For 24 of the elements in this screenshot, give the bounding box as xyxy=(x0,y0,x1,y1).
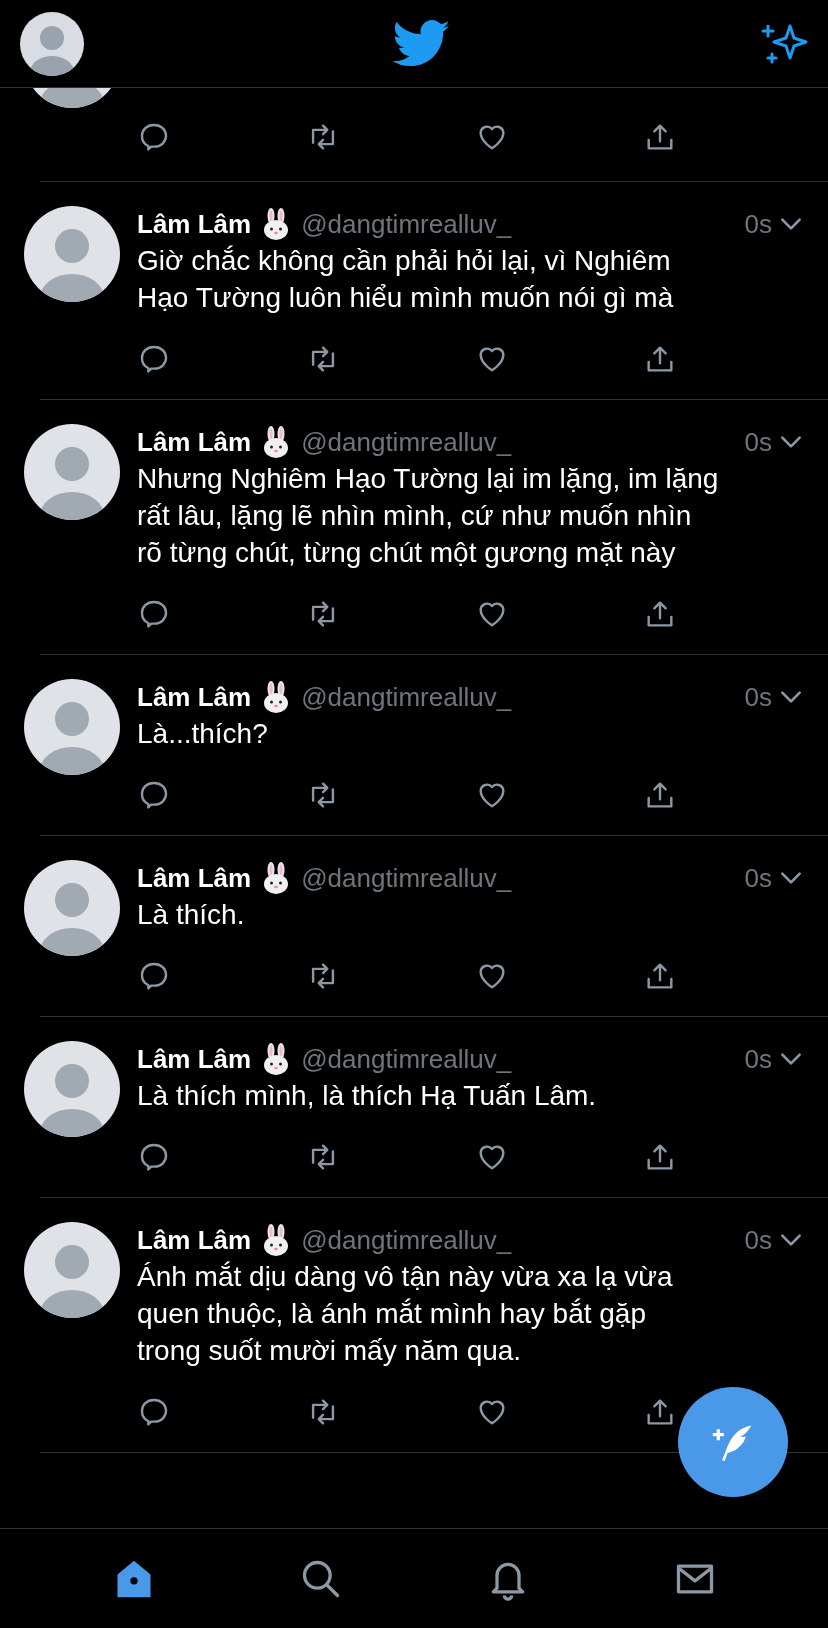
tweet-text: Là thích. xyxy=(137,898,246,932)
tweet-text: Giờ chắc không cần phải hỏi lại, vì Nghiêm Hạo Tường luôn hiểu mình muốn nói gì mà xyxy=(137,244,675,315)
author-handle: @dangtimrealluv_ xyxy=(301,1042,512,1076)
author-name: Lâm Lâm xyxy=(137,425,252,459)
tweet-time: 0s xyxy=(744,680,772,714)
tweet-text: Là...thích? xyxy=(137,717,269,751)
author-name: Lâm Lâm xyxy=(137,861,252,895)
tweet-text: Là thích mình, là thích Hạ Tuấn Lâm. xyxy=(137,1079,598,1113)
tweet-time: 0s xyxy=(744,1042,772,1076)
author-name: Lâm Lâm xyxy=(137,680,252,714)
author-handle: @dangtimrealluv_ xyxy=(301,207,512,241)
tweet-text: Nhưng Nghiêm Hạo Tường lại im lặng, im lặng rất lâu, lặng lẽ nhìn mình, cứ như muốn nhìn rõ từng chút, từng chút một gương mặt này xyxy=(137,462,720,570)
author-name: Lâm Lâm xyxy=(137,1223,252,1257)
author-name: Lâm Lâm xyxy=(137,207,252,241)
tweet-text: Ánh mắt dịu dàng vô tận này vừa xa lạ vừa quen thuộc, là ánh mắt mình hay bắt gặp trong suốt mười mấy năm qua. xyxy=(137,1260,674,1368)
tweet-time: 0s xyxy=(744,1223,772,1257)
tweet-time: 0s xyxy=(744,425,772,459)
author-handle: @dangtimrealluv_ xyxy=(301,1223,512,1257)
tweet-time: 0s xyxy=(744,207,772,241)
author-name: Lâm Lâm xyxy=(137,1042,252,1076)
author-handle: @dangtimrealluv_ xyxy=(301,680,512,714)
author-handle: @dangtimrealluv_ xyxy=(301,425,512,459)
author-handle: @dangtimrealluv_ xyxy=(301,861,512,895)
tweet-time: 0s xyxy=(744,861,772,895)
